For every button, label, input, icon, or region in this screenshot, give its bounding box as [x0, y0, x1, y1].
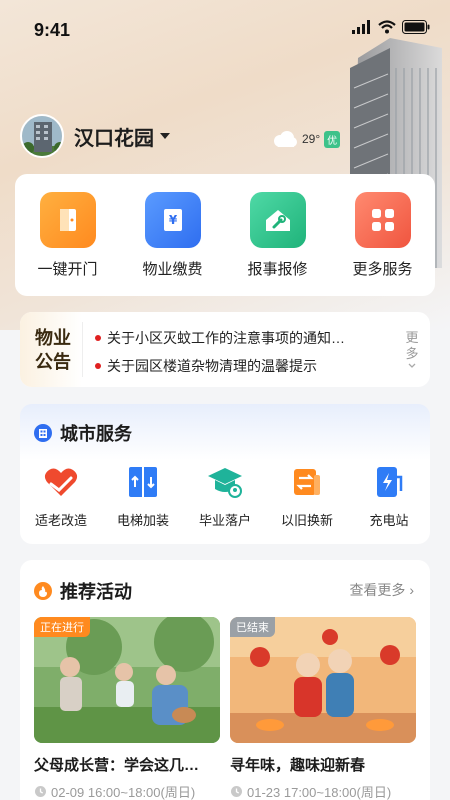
activity-title-1[interactable]: 父母成长营：学会这几… [34, 754, 220, 775]
quick-label: 更多服务 [352, 261, 413, 278]
quick-more-services[interactable]: 更多服务 [333, 192, 433, 296]
community-avatar [20, 114, 64, 158]
clock-icon [231, 786, 242, 797]
activity-image-1[interactable]: 正在进行 [34, 617, 220, 743]
activity-image-2[interactable]: 已结束 [230, 617, 416, 743]
city-graduate-settle[interactable]: 毕业落户 [185, 462, 265, 529]
activities-card: 推荐活动 查看更多 › 正在进行 已结束 父母成长营：学会这几… 寻年味，趣味迎… [20, 560, 430, 800]
status-time: 9:41 [34, 20, 71, 40]
grid-icon [354, 192, 411, 248]
notice-title: 物业 公告 [20, 312, 82, 387]
city-elevator-install[interactable]: 电梯加装 [103, 462, 183, 529]
notice-more-button[interactable]: 更 多 [394, 312, 430, 387]
heart-hand-icon [41, 462, 81, 502]
city-label: 毕业落户 [198, 513, 251, 528]
flame-icon [34, 582, 52, 600]
city-services-card: 城市服务 适老改造 电梯加装 毕业落户 以旧换新 充电站 [20, 404, 430, 544]
quick-property-fee[interactable]: ¥ 物业缴费 [123, 192, 223, 296]
city-label: 充电站 [369, 513, 409, 528]
city-charging-station[interactable]: 充电站 [349, 462, 429, 529]
home-repair-icon [249, 192, 306, 248]
graduation-cap-icon [205, 462, 245, 502]
notice-more-line2: 多 [405, 345, 419, 361]
temperature: 29° [302, 132, 321, 146]
wifi-icon [378, 20, 396, 34]
door-icon [39, 192, 96, 248]
red-dot-icon [95, 363, 101, 369]
notice-text: 关于小区灭蚊工作的注意事项的通知… [107, 330, 345, 346]
quick-actions-card: 一键开门 ¥ 物业缴费 报事报修 更多服务 [15, 174, 435, 296]
signal-icon [352, 20, 370, 34]
activity-time-1: 02-09 16:00~18:00(周日) [34, 782, 195, 800]
air-quality-badge: 优 [324, 130, 341, 148]
quick-label: 物业缴费 [142, 261, 203, 278]
city-label: 以旧换新 [280, 513, 333, 528]
city-elderly-renovation[interactable]: 适老改造 [21, 462, 101, 529]
activity-status-tag: 正在进行 [34, 617, 90, 637]
yen-bill-icon: ¥ [144, 192, 201, 248]
chevron-right-icon: › [409, 582, 414, 598]
community-selector[interactable]: 汉口花园 [20, 114, 170, 158]
notice-list: 关于小区灭蚊工作的注意事项的通知… 关于园区楼道杂物清理的温馨提示 [82, 322, 394, 377]
property-notice-card: 物业 公告 关于小区灭蚊工作的注意事项的通知… 关于园区楼道杂物清理的温馨提示 … [20, 312, 430, 387]
city-label: 适老改造 [34, 513, 87, 528]
activity-time-text: 02-09 16:00~18:00(周日) [51, 785, 196, 800]
weather-widget[interactable]: 29° 优 [272, 130, 341, 148]
red-dot-icon [95, 335, 101, 341]
city-services-header: 城市服务 [34, 420, 132, 446]
charging-icon [369, 462, 409, 502]
notice-more-line1: 更 [405, 329, 419, 345]
status-icons [352, 20, 430, 34]
quick-label: 报事报修 [247, 261, 308, 278]
quick-open-door[interactable]: 一键开门 [18, 192, 118, 296]
city-services-list: 适老改造 电梯加装 毕业落户 以旧换新 充电站 [20, 462, 430, 529]
city-label: 电梯加装 [116, 513, 169, 528]
see-more-text: 查看更多 [349, 582, 406, 598]
activities-header: 推荐活动 [34, 578, 132, 604]
notice-title-line2: 公告 [35, 351, 71, 372]
activity-time-2: 01-23 17:00~18:00(周日) [230, 782, 391, 800]
city-services-title: 城市服务 [60, 424, 132, 444]
battery-icon [402, 20, 430, 34]
city-building-icon [34, 424, 52, 442]
status-bar: 9:41 [0, 0, 450, 60]
chevron-down-icon [408, 363, 416, 368]
activity-status-tag: 已结束 [230, 617, 275, 637]
caret-down-icon [160, 133, 170, 139]
activities-title: 推荐活动 [60, 582, 132, 602]
svg-text:¥: ¥ [168, 213, 177, 227]
notice-item[interactable]: 关于小区灭蚊工作的注意事项的通知… [95, 324, 394, 352]
quick-label: 一键开门 [37, 261, 98, 278]
notice-text: 关于园区楼道杂物清理的温馨提示 [107, 358, 317, 374]
notice-item[interactable]: 关于园区楼道杂物清理的温馨提示 [95, 352, 394, 380]
cloud-icon [274, 131, 297, 147]
see-more-link[interactable]: 查看更多 › [349, 580, 414, 600]
clock-icon [35, 786, 46, 797]
elevator-icon [123, 462, 163, 502]
city-trade-in[interactable]: 以旧换新 [267, 462, 347, 529]
exchange-icon [287, 462, 327, 502]
community-name: 汉口花园 [74, 127, 154, 150]
notice-title-line1: 物业 [35, 327, 71, 348]
activity-time-text: 01-23 17:00~18:00(周日) [247, 785, 392, 800]
activity-title-2[interactable]: 寻年味，趣味迎新春 [230, 754, 416, 775]
quick-report-repair[interactable]: 报事报修 [228, 192, 328, 296]
